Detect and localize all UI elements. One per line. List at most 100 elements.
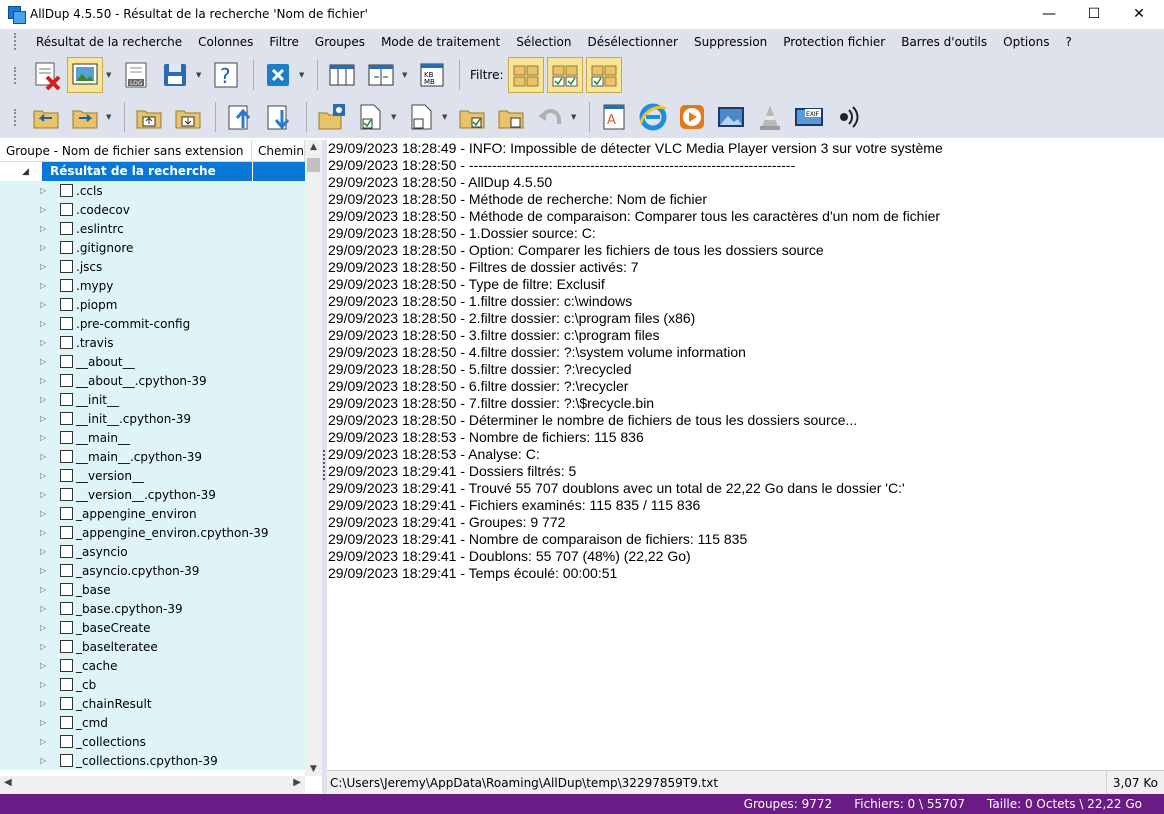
column-group-header[interactable]: Groupe - Nom de fichier sans extension bbox=[0, 140, 252, 162]
expand-groups-button[interactable] bbox=[170, 99, 206, 135]
tree-root-label[interactable]: Résultat de la recherche bbox=[41, 162, 253, 181]
expand-triangle-icon[interactable]: ▷ bbox=[40, 737, 50, 746]
toolbar-grip[interactable] bbox=[14, 108, 18, 126]
group-checkbox[interactable] bbox=[60, 507, 73, 520]
tree-group-row[interactable]: ▷ _cache bbox=[0, 656, 305, 675]
log-button[interactable]: LOG bbox=[118, 57, 154, 93]
audio-button[interactable] bbox=[830, 99, 866, 135]
expand-triangle-icon[interactable]: ▷ bbox=[40, 699, 50, 708]
menu-deselectionner[interactable]: Désélectionner bbox=[580, 35, 686, 49]
group-checkbox[interactable] bbox=[60, 450, 73, 463]
select-files-button[interactable] bbox=[352, 99, 388, 135]
menu-barres-outils[interactable]: Barres d'outils bbox=[893, 35, 995, 49]
tree-vertical-scrollbar[interactable]: ▲ ▼ bbox=[305, 140, 322, 776]
expand-triangle-icon[interactable]: ▷ bbox=[40, 205, 50, 214]
tree-group-row[interactable]: ▷ __init__.cpython-39 bbox=[0, 409, 305, 428]
group-checkbox[interactable] bbox=[60, 184, 73, 197]
expand-triangle-icon[interactable]: ▷ bbox=[40, 300, 50, 309]
tree-root-row[interactable]: ◢ Résultat de la recherche bbox=[0, 162, 305, 181]
tree-group-row[interactable]: ▷ .travis bbox=[0, 333, 305, 352]
help-button[interactable]: ? bbox=[208, 57, 244, 93]
column-path-header[interactable]: Chemin bbox=[252, 140, 305, 162]
tree-group-row[interactable]: ▷ _base.cpython-39 bbox=[0, 599, 305, 618]
group-checkbox[interactable] bbox=[60, 545, 73, 558]
tree-group-row[interactable]: ▷ _cb bbox=[0, 675, 305, 694]
expand-triangle-icon[interactable]: ▷ bbox=[40, 642, 50, 651]
group-checkbox[interactable] bbox=[60, 241, 73, 254]
group-checkbox[interactable] bbox=[60, 393, 73, 406]
deselect-folder-button[interactable] bbox=[493, 99, 529, 135]
collapse-triangle-icon[interactable]: ◢ bbox=[22, 167, 34, 177]
expand-triangle-icon[interactable]: ▷ bbox=[40, 756, 50, 765]
expand-triangle-icon[interactable]: ▷ bbox=[40, 376, 50, 385]
expand-triangle-icon[interactable]: ▷ bbox=[40, 566, 50, 575]
scroll-right-arrow-icon[interactable]: ▶ bbox=[293, 777, 301, 788]
tree-group-row[interactable]: ▷ __version__ bbox=[0, 466, 305, 485]
group-checkbox[interactable] bbox=[60, 621, 73, 634]
group-checkbox[interactable] bbox=[60, 602, 73, 615]
tree-group-row[interactable]: ▷ _appengine_environ.cpython-39 bbox=[0, 523, 305, 542]
expand-triangle-icon[interactable]: ▷ bbox=[40, 452, 50, 461]
menu-options[interactable]: Options bbox=[995, 35, 1057, 49]
previous-group-button[interactable] bbox=[28, 99, 64, 135]
expand-triangle-icon[interactable]: ▷ bbox=[40, 357, 50, 366]
splitter-grip[interactable] bbox=[323, 450, 325, 480]
expand-triangle-icon[interactable]: ▷ bbox=[40, 623, 50, 632]
group-checkbox[interactable] bbox=[60, 355, 73, 368]
tree-group-row[interactable]: ▷ __init__ bbox=[0, 390, 305, 409]
tree-group-row[interactable]: ▷ .jscs bbox=[0, 257, 305, 276]
menu-resultat[interactable]: Résultat de la recherche bbox=[28, 35, 190, 49]
collapse-groups-button[interactable] bbox=[131, 99, 167, 135]
tree-group-row[interactable]: ▷ __main__ bbox=[0, 428, 305, 447]
expand-triangle-icon[interactable]: ▷ bbox=[40, 490, 50, 499]
group-checkbox[interactable] bbox=[60, 659, 73, 672]
text-viewer-button[interactable]: A bbox=[596, 99, 632, 135]
maximize-button[interactable]: ☐ bbox=[1071, 0, 1117, 28]
expand-triangle-icon[interactable]: ▷ bbox=[40, 186, 50, 195]
expand-triangle-icon[interactable]: ▷ bbox=[40, 680, 50, 689]
tree-group-row[interactable]: ▷ .eslintrc bbox=[0, 219, 305, 238]
group-checkbox[interactable] bbox=[60, 203, 73, 216]
scroll-left-arrow-icon[interactable]: ◀ bbox=[4, 777, 12, 788]
browser-button[interactable] bbox=[635, 99, 671, 135]
tree-group-row[interactable]: ▷ __about__ bbox=[0, 352, 305, 371]
image-viewer-button[interactable] bbox=[713, 99, 749, 135]
results-tree[interactable]: ◢ Résultat de la recherche ▷ .ccls ▷ .codec… bbox=[0, 162, 305, 776]
group-checkbox[interactable] bbox=[60, 488, 73, 501]
preview-dropdown-icon[interactable]: ▼ bbox=[106, 71, 114, 79]
group-checkbox[interactable] bbox=[60, 754, 73, 767]
tree-group-row[interactable]: ▷ _baseCreate bbox=[0, 618, 305, 637]
tree-group-row[interactable]: ▷ .ccls bbox=[0, 181, 305, 200]
filter-mixed-button[interactable] bbox=[585, 57, 622, 93]
folder-settings-button[interactable] bbox=[313, 99, 349, 135]
expand-triangle-icon[interactable]: ▷ bbox=[40, 243, 50, 252]
menu-selection[interactable]: Sélection bbox=[508, 35, 579, 49]
tree-group-row[interactable]: ▷ _asyncio.cpython-39 bbox=[0, 561, 305, 580]
tree-horizontal-scrollbar[interactable]: ◀ ▶ bbox=[0, 776, 305, 794]
expand-triangle-icon[interactable]: ▷ bbox=[40, 414, 50, 423]
menu-suppression[interactable]: Suppression bbox=[686, 35, 775, 49]
menu-grip[interactable] bbox=[14, 33, 18, 50]
filter-checked-button[interactable] bbox=[546, 57, 583, 93]
group-checkbox[interactable] bbox=[60, 431, 73, 444]
group-checkbox[interactable] bbox=[60, 317, 73, 330]
expand-triangle-icon[interactable]: ▷ bbox=[40, 395, 50, 404]
group-checkbox[interactable] bbox=[60, 564, 73, 577]
undo-dropdown-icon[interactable]: ▼ bbox=[571, 113, 579, 121]
tree-group-row[interactable]: ▷ __about__.cpython-39 bbox=[0, 371, 305, 390]
log-output[interactable]: 29/09/2023 18:28:49 - INFO: Impossible d… bbox=[327, 138, 1164, 768]
expand-triangle-icon[interactable]: ▷ bbox=[40, 547, 50, 556]
scroll-thumb[interactable] bbox=[307, 158, 320, 172]
navigate-dropdown-icon[interactable]: ▼ bbox=[106, 113, 114, 121]
expand-triangle-icon[interactable]: ▷ bbox=[40, 433, 50, 442]
column-width-dropdown-icon[interactable]: ▼ bbox=[402, 71, 410, 79]
deselect-dropdown-icon[interactable]: ▼ bbox=[442, 113, 450, 121]
clear-results-button[interactable] bbox=[28, 57, 64, 93]
tree-group-row[interactable]: ▷ .gitignore bbox=[0, 238, 305, 257]
group-checkbox[interactable] bbox=[60, 279, 73, 292]
menu-protection-fichier[interactable]: Protection fichier bbox=[775, 35, 893, 49]
expand-triangle-icon[interactable]: ▷ bbox=[40, 224, 50, 233]
group-checkbox[interactable] bbox=[60, 735, 73, 748]
tree-group-row[interactable]: ▷ _asyncio bbox=[0, 542, 305, 561]
menu-help[interactable]: ? bbox=[1057, 35, 1079, 49]
